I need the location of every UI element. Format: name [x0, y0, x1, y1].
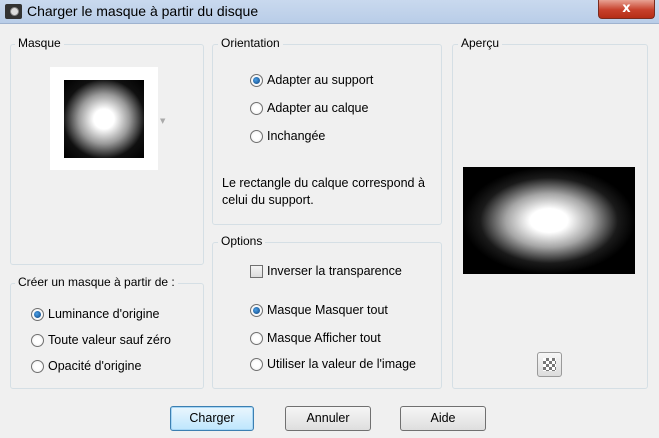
radio-fit-support[interactable]: Adapter au support: [250, 73, 373, 87]
radio-label: Adapter au support: [267, 73, 374, 87]
radio-label: Luminance d'origine: [48, 307, 160, 321]
radio-button[interactable]: [250, 129, 263, 143]
orientation-label: Orientation: [218, 36, 283, 50]
load-button[interactable]: Charger: [170, 406, 254, 431]
transparency-toggle-icon[interactable]: [537, 352, 562, 377]
close-button[interactable]: x: [598, 0, 655, 19]
radio-label: Opacité d'origine: [48, 359, 142, 373]
radio-hide-all[interactable]: Masque Masquer tout: [250, 303, 388, 317]
orientation-info: Le rectangle du calque correspond à celu…: [222, 176, 425, 207]
radio-button[interactable]: [31, 307, 44, 321]
radio-label: Toute valeur sauf zéro: [48, 333, 171, 347]
radio-label: Adapter au calque: [267, 101, 369, 115]
radio-fit-layer[interactable]: Adapter au calque: [250, 101, 368, 115]
radio-label: Masque Masquer tout: [267, 303, 388, 317]
preview-image: [463, 167, 635, 274]
mask-thumbnail: [64, 80, 144, 158]
radio-button[interactable]: [31, 333, 44, 347]
radio-image-value[interactable]: Utiliser la valeur de l'image: [250, 357, 416, 371]
title-bar: Charger le masque à partir du disque x: [0, 0, 659, 24]
radio-button[interactable]: [250, 331, 263, 345]
window-title: Charger le masque à partir du disque: [27, 3, 259, 19]
create-from-label: Créer un masque à partir de :: [15, 275, 178, 289]
dropdown-arrow-icon[interactable]: ▼: [160, 117, 165, 125]
mask-preview[interactable]: [50, 67, 158, 170]
invert-transparency-checkbox[interactable]: Inverser la transparence: [250, 264, 402, 278]
radio-label: Utiliser la valeur de l'image: [267, 357, 416, 371]
checkbox-label: Inverser la transparence: [267, 264, 402, 278]
radio-nonzero[interactable]: Toute valeur sauf zéro: [31, 333, 171, 347]
radio-button[interactable]: [250, 303, 263, 317]
radio-show-all[interactable]: Masque Afficher tout: [250, 331, 381, 345]
radio-label: Masque Afficher tout: [267, 331, 381, 345]
checkbox[interactable]: [250, 264, 263, 278]
apercu-label: Aperçu: [458, 36, 503, 50]
radio-button[interactable]: [31, 359, 44, 373]
app-icon: [5, 4, 22, 19]
radio-opacity[interactable]: Opacité d'origine: [31, 359, 141, 373]
radio-button[interactable]: [250, 101, 263, 115]
masque-group-label: Masque: [15, 36, 64, 50]
cancel-button[interactable]: Annuler: [285, 406, 371, 431]
radio-label: Inchangée: [267, 129, 326, 143]
radio-luminance[interactable]: Luminance d'origine: [31, 307, 160, 321]
options-label: Options: [218, 234, 266, 248]
radio-unchanged[interactable]: Inchangée: [250, 129, 325, 143]
help-button[interactable]: Aide: [400, 406, 486, 431]
radio-button[interactable]: [250, 73, 263, 87]
radio-button[interactable]: [250, 357, 263, 371]
